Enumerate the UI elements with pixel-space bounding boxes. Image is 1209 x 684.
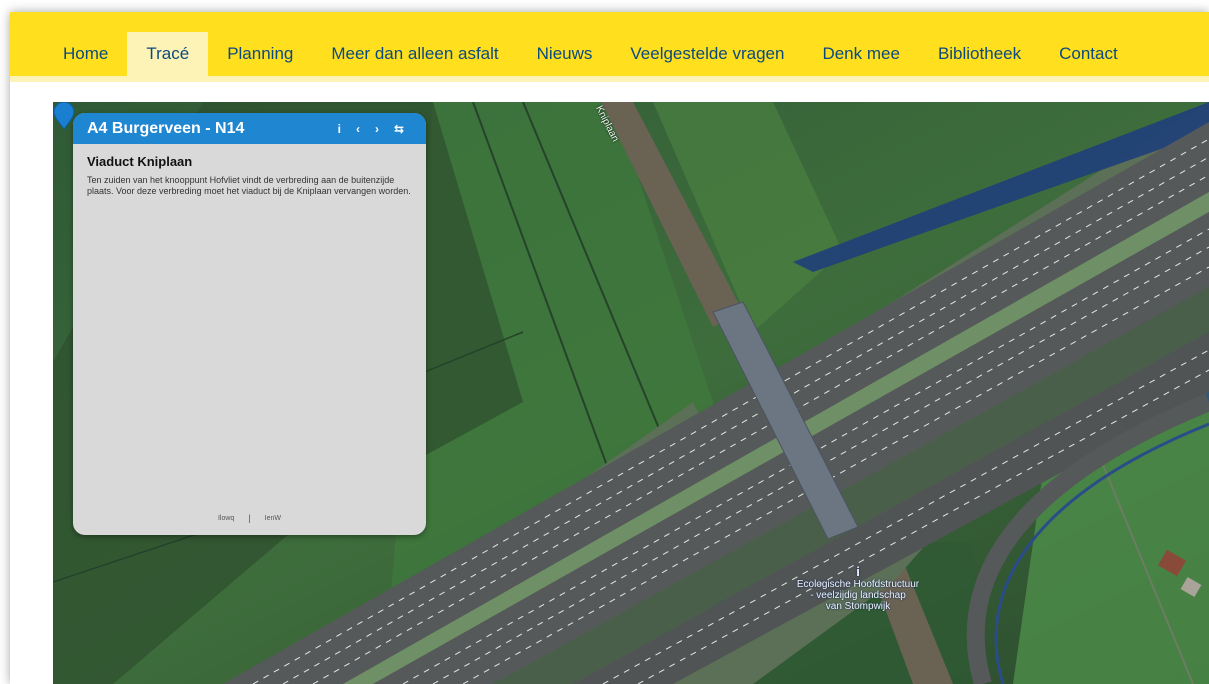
footer-separator: | bbox=[248, 513, 251, 523]
footer-logo-right[interactable]: IenW bbox=[265, 515, 281, 522]
nav-list: Home Tracé Planning Meer dan alleen asfa… bbox=[44, 32, 1137, 76]
poi-line: - veelzijdig landschap bbox=[810, 590, 906, 601]
poi-label[interactable]: i Ecologische Hoofdstructuur - veelzijdi… bbox=[778, 565, 938, 612]
nav-item-meer-dan-alleen-asfalt[interactable]: Meer dan alleen asfalt bbox=[312, 32, 517, 76]
info-panel-title: A4 Burgerveen - N14 bbox=[87, 119, 245, 137]
map-view[interactable]: Kniplaan i Ecologische Hoofdstructuur - … bbox=[53, 102, 1209, 684]
nav-item-home[interactable]: Home bbox=[44, 32, 127, 76]
info-icon[interactable]: i bbox=[778, 565, 938, 578]
nav-item-contact[interactable]: Contact bbox=[1040, 32, 1137, 76]
nav-item-trace[interactable]: Tracé bbox=[127, 32, 209, 76]
info-panel: A4 Burgerveen - N14 i ‹ › ⇆ Viaduct Knip… bbox=[73, 113, 426, 535]
info-panel-header: A4 Burgerveen - N14 i ‹ › ⇆ bbox=[73, 113, 426, 144]
nav-item-bibliotheek[interactable]: Bibliotheek bbox=[919, 32, 1040, 76]
info-panel-heading: Viaduct Kniplaan bbox=[87, 154, 193, 169]
info-icon[interactable]: i bbox=[338, 123, 341, 135]
nav-item-nieuws[interactable]: Nieuws bbox=[518, 32, 612, 76]
footer-logo-left[interactable]: Ilowq bbox=[218, 515, 234, 522]
poi-line: Ecologische Hoofdstructuur bbox=[796, 579, 920, 590]
info-panel-body: Viaduct Kniplaan Ten zuiden van het knoo… bbox=[73, 144, 426, 197]
nav-item-planning[interactable]: Planning bbox=[208, 32, 312, 76]
info-panel-text: Ten zuiden van het knooppunt Hofvliet vi… bbox=[87, 175, 411, 196]
main-nav: Home Tracé Planning Meer dan alleen asfa… bbox=[10, 12, 1209, 82]
chevron-left-icon[interactable]: ‹ bbox=[356, 123, 360, 135]
page-frame: Home Tracé Planning Meer dan alleen asfa… bbox=[10, 12, 1209, 684]
info-panel-footer: Ilowq | IenW bbox=[73, 513, 426, 523]
location-marker-icon[interactable] bbox=[53, 102, 75, 130]
info-panel-tools: i ‹ › ⇆ bbox=[338, 113, 404, 144]
poi-line: van Stompwijk bbox=[825, 601, 891, 612]
share-icon[interactable]: ⇆ bbox=[394, 123, 404, 135]
nav-item-denk-mee[interactable]: Denk mee bbox=[803, 32, 918, 76]
nav-item-veelgestelde-vragen[interactable]: Veelgestelde vragen bbox=[611, 32, 803, 76]
chevron-right-icon[interactable]: › bbox=[375, 123, 379, 135]
